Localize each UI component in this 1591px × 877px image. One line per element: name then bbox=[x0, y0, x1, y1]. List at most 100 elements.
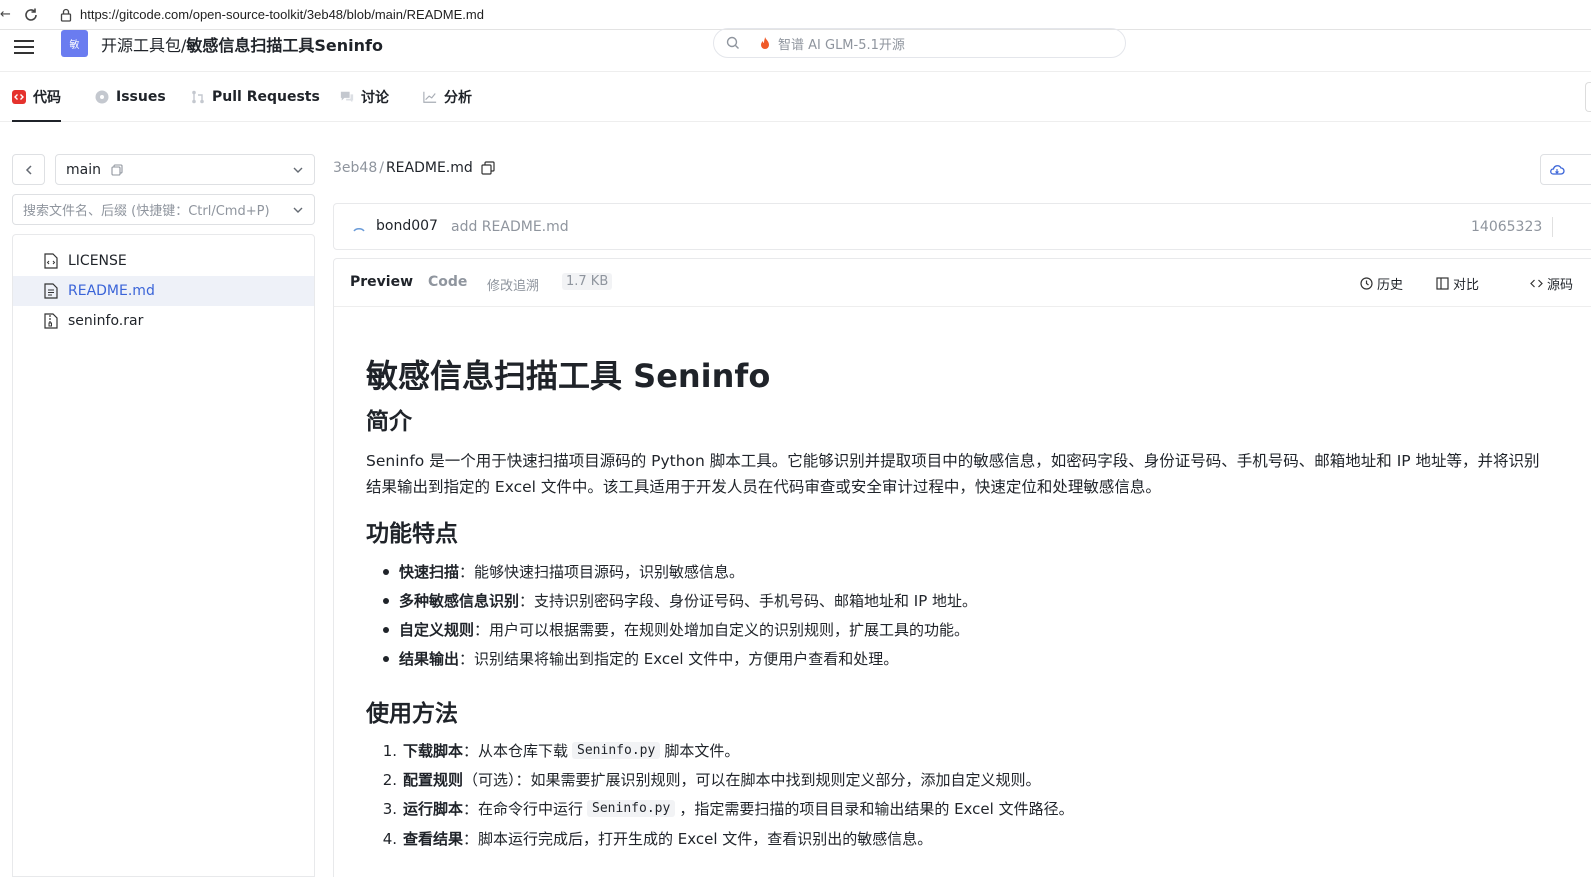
tab-label: Issues bbox=[116, 89, 166, 105]
tab-analytics[interactable]: 分析 bbox=[423, 72, 472, 122]
avatar[interactable] bbox=[353, 222, 365, 234]
clock-icon bbox=[1360, 277, 1373, 290]
feature-text: ：识别结果将输出到指定的 Excel 文件中，方便用户查看和处理。 bbox=[459, 650, 899, 668]
menu-icon[interactable] bbox=[14, 36, 34, 56]
list-item: 自定义规则 ：用户可以根据需要，在规则处增加自定义的识别规则，扩展工具的功能。 bbox=[366, 619, 969, 640]
step-text: 脚本文件。 bbox=[664, 742, 740, 760]
intro-line: Seninfo 是一个用于快速扫描项目源码的 Python 脚本工具。它能够识别… bbox=[366, 452, 1540, 470]
source-button[interactable]: 源码 bbox=[1530, 274, 1573, 293]
file-tree-item[interactable]: seninfo.rar bbox=[13, 306, 314, 336]
global-search-input[interactable]: 智谱 AI GLM-5.1开源 bbox=[713, 28, 1126, 58]
history-button[interactable]: 历史 bbox=[1360, 274, 1403, 293]
fire-icon bbox=[761, 37, 769, 49]
feature-name: 多种敏感信息识别 bbox=[399, 592, 520, 610]
list-number: 4. bbox=[382, 829, 397, 848]
tab-issues[interactable]: Issues bbox=[95, 72, 166, 122]
divider bbox=[1552, 217, 1553, 237]
tab-label: Pull Requests bbox=[212, 89, 320, 105]
bullet bbox=[383, 597, 389, 604]
commit-author[interactable]: bond007 bbox=[376, 218, 438, 234]
file-search-input[interactable]: 搜索文件名、后缀 (快捷键：Ctrl/Cmd+P) bbox=[12, 194, 315, 225]
list-number: 1. bbox=[382, 741, 397, 760]
branch-name: main bbox=[66, 161, 101, 178]
tab-label: 讨论 bbox=[361, 90, 389, 106]
cloud-icon bbox=[1550, 164, 1565, 175]
browser-back-arrow-icon[interactable]: ← bbox=[0, 7, 11, 22]
feature-name: 自定义规则 bbox=[399, 621, 475, 639]
tab-blame[interactable]: 修改追溯 bbox=[487, 275, 539, 294]
feature-text: ：能够快速扫描项目源码，识别敏感信息。 bbox=[459, 563, 745, 581]
commit-hash[interactable]: 14065323 bbox=[1471, 219, 1542, 235]
repo-name[interactable]: 敏感信息扫描工具Seninfo bbox=[186, 36, 383, 55]
inline-code: Seninfo.py bbox=[572, 742, 661, 759]
tab-pull-requests[interactable]: Pull Requests bbox=[191, 72, 320, 122]
step-text: ：脚本运行完成后，打开生成的 Excel 文件，查看识别出的敏感信息。 bbox=[463, 830, 933, 848]
breadcrumb: 3eb48 / README.md bbox=[333, 160, 495, 176]
chevron-left-icon bbox=[25, 164, 32, 175]
file-name: LICENSE bbox=[68, 253, 127, 269]
tabs-right-button[interactable] bbox=[1585, 82, 1591, 112]
list-item: 快速扫描 ：能够快速扫描项目源码，识别敏感信息。 bbox=[366, 561, 744, 582]
tab-preview[interactable]: Preview bbox=[350, 274, 413, 290]
step-text: ，指定需要扫描的项目目录和输出结果的 Excel 文件路径。 bbox=[679, 800, 1074, 818]
site-info-icon[interactable] bbox=[58, 7, 74, 23]
file-tree-item[interactable]: LICENSE bbox=[13, 246, 314, 276]
viewer-toolbar: Preview Code 修改追溯 1.7 KB 历史 对比 源码 bbox=[334, 259, 1591, 307]
code-brackets-icon bbox=[1530, 279, 1543, 288]
code-icon bbox=[12, 90, 26, 104]
heading-intro: 简介 bbox=[366, 409, 412, 435]
step-text: ：从本仓库下载 bbox=[463, 742, 569, 760]
list-item: 3. 运行脚本 ：在命令行中运行 Seninfo.py ，指定需要扫描的项目目录和输出… bbox=[366, 798, 1074, 819]
readme-title: 敏感信息扫描工具 Seninfo bbox=[366, 357, 771, 395]
address-field[interactable]: https://gitcode.com/open-source-toolkit/… bbox=[80, 7, 484, 22]
feature-name: 结果输出 bbox=[399, 650, 460, 668]
latest-commit-bar: bond007 add README.md 14065323 bbox=[333, 203, 1591, 250]
compare-icon bbox=[1436, 277, 1449, 290]
repo-tabs: 代码 Issues Pull Requests 讨论 分析 bbox=[0, 72, 1591, 122]
clone-download-button[interactable] bbox=[1540, 154, 1591, 185]
file-tree: LICENSE README.md seninfo.rar bbox=[12, 234, 315, 877]
history-label: 历史 bbox=[1377, 278, 1404, 293]
tab-code[interactable]: 代码 bbox=[12, 72, 61, 122]
copy-path-icon[interactable] bbox=[481, 161, 495, 175]
site-header: 敏 开源工具包/敏感信息扫描工具Seninfo 智谱 AI GLM-5.1开源 bbox=[0, 28, 1591, 72]
intro-paragraph: Seninfo 是一个用于快速扫描项目源码的 Python 脚本工具。它能够识别… bbox=[366, 448, 1566, 500]
list-item: 多种敏感信息识别 ：支持识别密码字段、身份证号码、手机号码、邮箱地址和 IP 地址… bbox=[366, 590, 977, 611]
commit-message[interactable]: add README.md bbox=[451, 219, 569, 235]
step-name: 下载脚本 bbox=[403, 742, 464, 760]
tab-code-view[interactable]: Code bbox=[428, 274, 467, 290]
step-text: ：在命令行中运行 bbox=[463, 800, 584, 818]
collapse-sidebar-button[interactable] bbox=[12, 154, 45, 185]
breadcrumb-file: README.md bbox=[385, 160, 473, 176]
pull-request-icon bbox=[191, 90, 205, 104]
step-name: 查看结果 bbox=[403, 830, 464, 848]
intro-line: 结果输出到指定的 Excel 文件中。该工具适用于开发人员在代码审查或安全审计过… bbox=[366, 478, 1161, 496]
file-search-placeholder: 搜索文件名、后缀 (快捷键：Ctrl/Cmd+P) bbox=[23, 204, 270, 219]
step-name: 运行脚本 bbox=[403, 800, 464, 818]
markdown-file-icon bbox=[44, 283, 58, 299]
chevron-down-icon[interactable] bbox=[292, 204, 304, 216]
repo-logo[interactable]: 敏 bbox=[61, 30, 88, 57]
step-text: （可选）：如果需要扩展识别规则，可以在脚本中找到规则定义部分，添加自定义规则。 bbox=[463, 771, 1041, 789]
list-number: 2. bbox=[382, 770, 397, 789]
step-name: 配置规则 bbox=[403, 771, 464, 789]
chart-icon bbox=[423, 90, 437, 104]
tab-label: 分析 bbox=[444, 90, 472, 106]
file-tree-item-active[interactable]: README.md bbox=[13, 276, 314, 306]
branch-selector[interactable]: main bbox=[55, 154, 315, 185]
repo-title[interactable]: 开源工具包/敏感信息扫描工具Seninfo bbox=[101, 32, 383, 56]
tab-discussions[interactable]: 讨论 bbox=[340, 72, 389, 122]
breadcrumb-repo[interactable]: 3eb48 bbox=[333, 160, 377, 176]
archive-file-icon bbox=[44, 313, 58, 329]
compare-button[interactable]: 对比 bbox=[1436, 274, 1479, 293]
list-item: 结果输出 ：识别结果将输出到指定的 Excel 文件中，方便用户查看和处理。 bbox=[366, 648, 898, 669]
reload-icon[interactable] bbox=[22, 6, 40, 24]
bullet bbox=[383, 655, 389, 662]
search-suggestion: 智谱 AI GLM-5.1开源 bbox=[778, 37, 905, 53]
feature-text: ：支持识别密码字段、身份证号码、手机号码、邮箱地址和 IP 地址。 bbox=[519, 592, 978, 610]
copy-icon[interactable] bbox=[111, 163, 123, 176]
license-file-icon bbox=[44, 253, 58, 269]
list-item: 1. 下载脚本 ：从本仓库下载 Seninfo.py 脚本文件。 bbox=[366, 740, 740, 761]
repo-owner[interactable]: 开源工具包/ bbox=[101, 36, 186, 55]
browser-url-bar: ← https://gitcode.com/open-source-toolki… bbox=[0, 0, 1591, 30]
